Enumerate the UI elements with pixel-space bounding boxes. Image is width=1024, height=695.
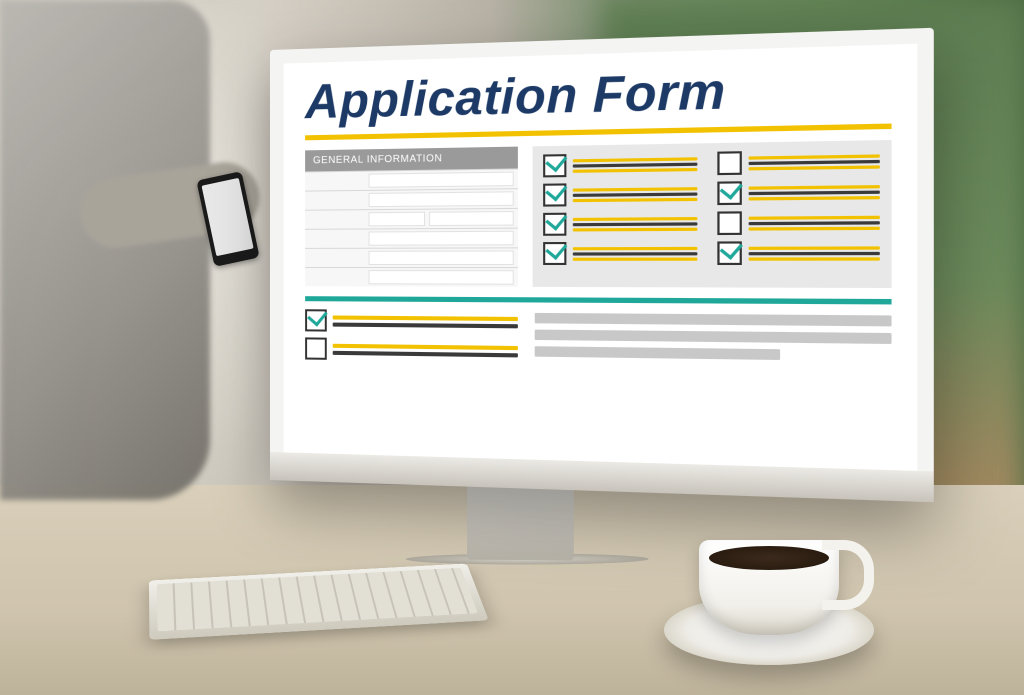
coffee-cup [699,540,839,635]
photo-scene: Application Form GENERAL INFORMATION [0,0,1024,695]
checkbox-icon[interactable] [543,183,566,206]
checklist-item [543,212,697,236]
checkbox-icon[interactable] [543,154,566,177]
page-title: Application Form [284,44,918,132]
general-info-header: GENERAL INFORMATION [305,147,518,172]
checkbox-icon[interactable] [543,213,566,236]
bottom-checklist [305,309,518,362]
checklist-item [305,309,518,333]
checkbox-icon[interactable] [543,242,566,265]
checkbox-icon[interactable] [717,151,742,175]
cup-handle [822,540,874,610]
monitor-screen: Application Form GENERAL INFORMATION [284,44,918,471]
checklist-section [533,140,892,288]
form-row [305,247,518,267]
main-panel: GENERAL INFORMATION [284,140,918,289]
monitor-bezel: Application Form GENERAL INFORMATION [270,28,934,502]
checklist-item [305,337,518,362]
checkbox-icon[interactable] [305,337,327,359]
checkbox-icon[interactable] [717,211,742,235]
form-row [305,168,518,190]
checklist-column-left [543,152,697,279]
checklist-item [543,152,697,177]
checkbox-icon[interactable] [717,181,742,205]
form-row [305,188,518,210]
form-row [305,228,518,248]
text-input[interactable] [369,270,514,285]
bottom-section [284,309,918,384]
text-input[interactable] [369,250,514,265]
text-input[interactable] [369,172,514,188]
checklist-item [717,210,880,235]
placeholder-bar [535,346,781,360]
placeholder-bar [535,313,892,327]
checklist-item [543,182,697,207]
bottom-placeholder-bars [535,311,892,368]
text-input[interactable] [369,191,514,207]
text-input[interactable] [369,212,425,227]
checklist-item [717,241,880,265]
checkbox-icon[interactable] [305,309,327,331]
placeholder-bar [535,330,892,344]
general-info-section: GENERAL INFORMATION [305,147,518,287]
text-input[interactable] [429,211,514,226]
text-input[interactable] [369,231,514,246]
checklist-item [717,149,880,175]
checkbox-icon[interactable] [717,241,742,265]
form-row [305,267,518,287]
form-row [305,208,518,229]
checklist-item [717,180,880,206]
checklist-item [543,242,697,265]
person-silhouette [0,0,210,500]
checklist-column-right [717,149,880,279]
monitor: Application Form GENERAL INFORMATION [270,28,934,502]
section-divider [305,296,891,304]
